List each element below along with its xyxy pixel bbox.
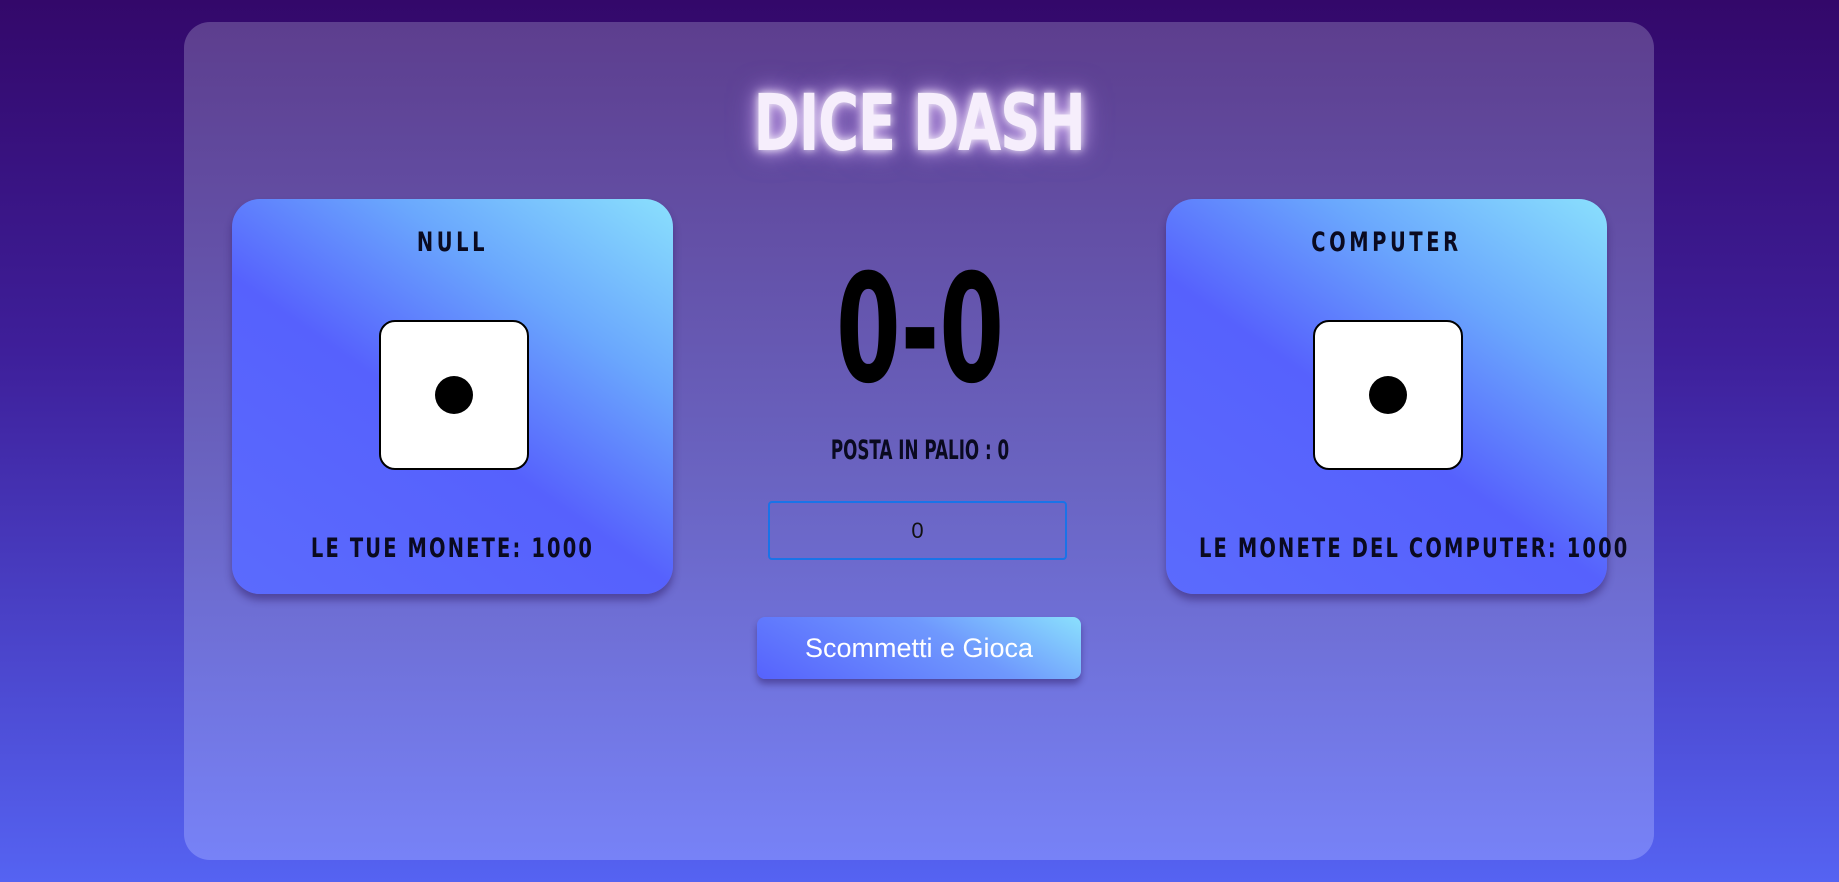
stake-label: POSTA IN PALIO : 0	[830, 435, 1010, 466]
player-die	[379, 320, 529, 470]
player-coins: LE TUE MONETE: 1000	[310, 533, 595, 564]
die-pip	[435, 376, 473, 414]
computer-die	[1313, 320, 1463, 470]
bet-input[interactable]	[768, 501, 1067, 560]
computer-name: COMPUTER	[1311, 227, 1462, 258]
die-pip	[1369, 376, 1407, 414]
computer-card: COMPUTER LE MONETE DEL COMPUTER: 1000	[1166, 199, 1630, 594]
player-card: NULL LE TUE MONETE: 1000	[232, 199, 673, 594]
score-display: 0-0	[835, 243, 1005, 417]
bet-and-play-button[interactable]: Scommetti e Gioca	[757, 617, 1081, 679]
computer-coins: LE MONETE DEL COMPUTER: 1000	[1198, 533, 1630, 564]
player-name: NULL	[416, 227, 489, 258]
game-title: DICE DASH	[753, 79, 1086, 169]
